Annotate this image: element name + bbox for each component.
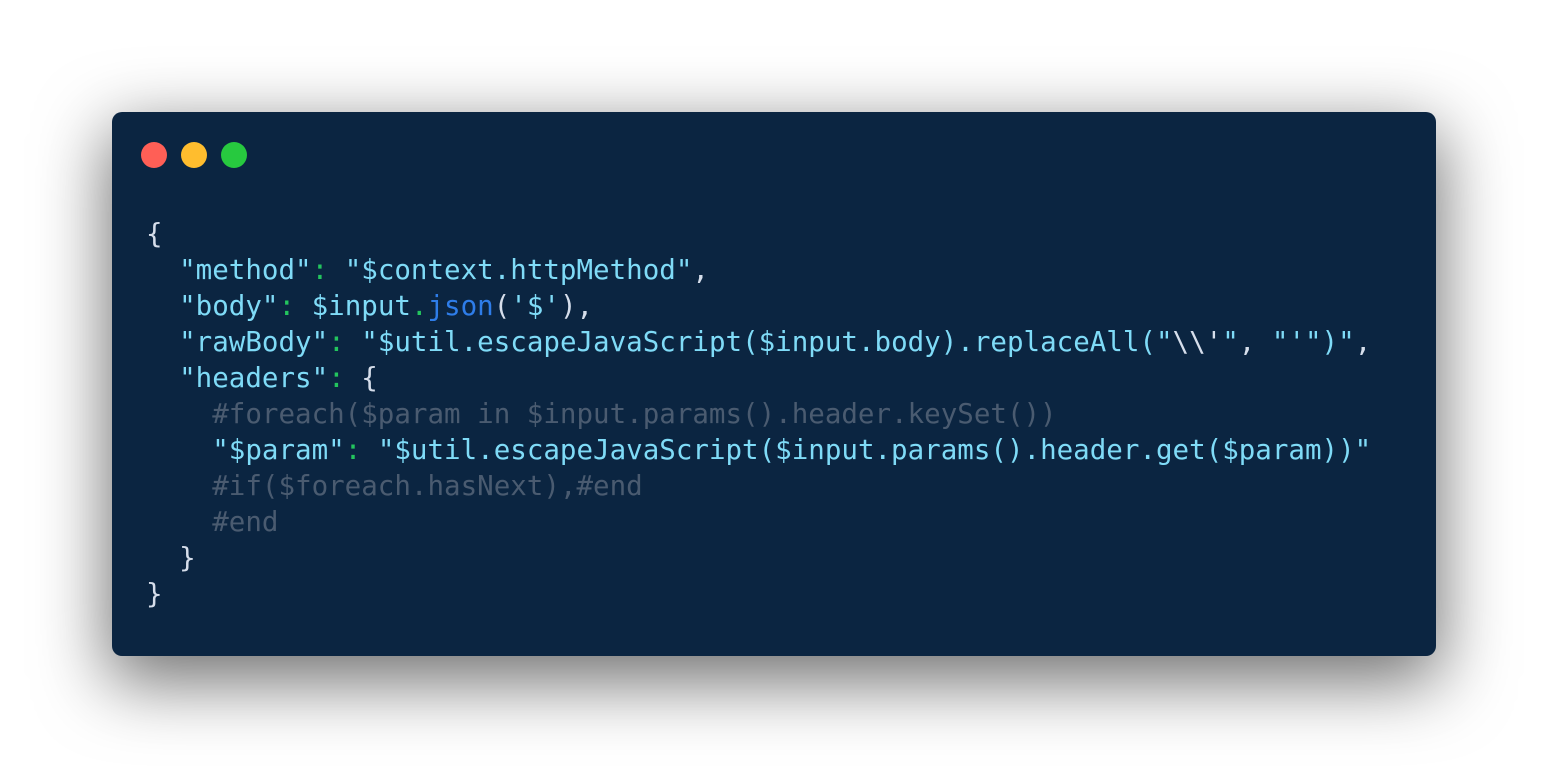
code-token: : — [278, 290, 312, 322]
code-token: " — [1222, 326, 1239, 358]
code-line-open-brace: { — [146, 216, 1371, 252]
close-button[interactable] — [141, 142, 167, 168]
code-token: $input — [311, 290, 411, 322]
code-token: : — [344, 434, 378, 466]
code-token: } — [179, 542, 196, 574]
code-line-method-line: "method": "$context.httpMethod", — [146, 252, 1371, 288]
code-token: "method" — [179, 254, 312, 286]
code-token: "'")" — [1271, 326, 1355, 358]
code-token: ), — [559, 290, 594, 322]
code-line-headers-line: "headers": { — [146, 360, 1371, 396]
code-token: . — [410, 290, 428, 322]
zoom-button[interactable] — [221, 142, 247, 168]
code-line-if-line: #if($foreach.hasNext),#end — [146, 468, 1371, 504]
code-token: : — [311, 254, 345, 286]
code-token: } — [146, 578, 163, 610]
code-token: #if($foreach.hasNext),#end — [212, 470, 643, 502]
code-line-raw-body-line: "rawBody": "$util.escapeJavaScript($inpu… — [146, 324, 1371, 360]
code-token: ( — [493, 290, 511, 322]
code-token: \\' — [1172, 326, 1223, 358]
code-token: #foreach($param in $input.params().heade… — [212, 398, 1057, 430]
code-token: { — [146, 218, 163, 250]
code-block: { "method": "$context.httpMethod", "body… — [146, 216, 1371, 612]
code-token: , — [1354, 326, 1372, 358]
code-token: "rawBody" — [179, 326, 329, 358]
page-background: { "method": "$context.httpMethod", "body… — [0, 0, 1548, 768]
code-line-end-line: #end — [146, 504, 1371, 540]
code-line-headers-close-line: } — [146, 540, 1371, 576]
window-controls — [141, 142, 247, 168]
code-token: , — [692, 254, 709, 286]
minimize-button[interactable] — [181, 142, 207, 168]
code-token: { — [361, 362, 378, 394]
code-line-param-line: "$param": "$util.escapeJavaScript($input… — [146, 432, 1371, 468]
code-token: "$context.httpMethod" — [344, 254, 693, 286]
code-token: #end — [212, 506, 279, 538]
code-line-close-brace: } — [146, 576, 1371, 612]
code-token: : — [328, 326, 362, 358]
code-line-foreach-line: #foreach($param in $input.params().heade… — [146, 396, 1371, 432]
code-token: "headers" — [179, 362, 329, 394]
code-line-body-line: "body": $input.json('$'), — [146, 288, 1371, 324]
code-token: "$param" — [212, 434, 345, 466]
code-token: '$' — [510, 290, 560, 322]
code-token: "$util.escapeJavaScript($input.body).rep… — [361, 326, 1173, 358]
code-token: , — [1238, 326, 1272, 358]
code-token: : — [328, 362, 362, 394]
code-token: json — [427, 290, 494, 322]
code-window: { "method": "$context.httpMethod", "body… — [112, 112, 1436, 656]
code-token: "body" — [179, 290, 279, 322]
code-token: "$util.escapeJavaScript($input.params().… — [377, 434, 1372, 466]
